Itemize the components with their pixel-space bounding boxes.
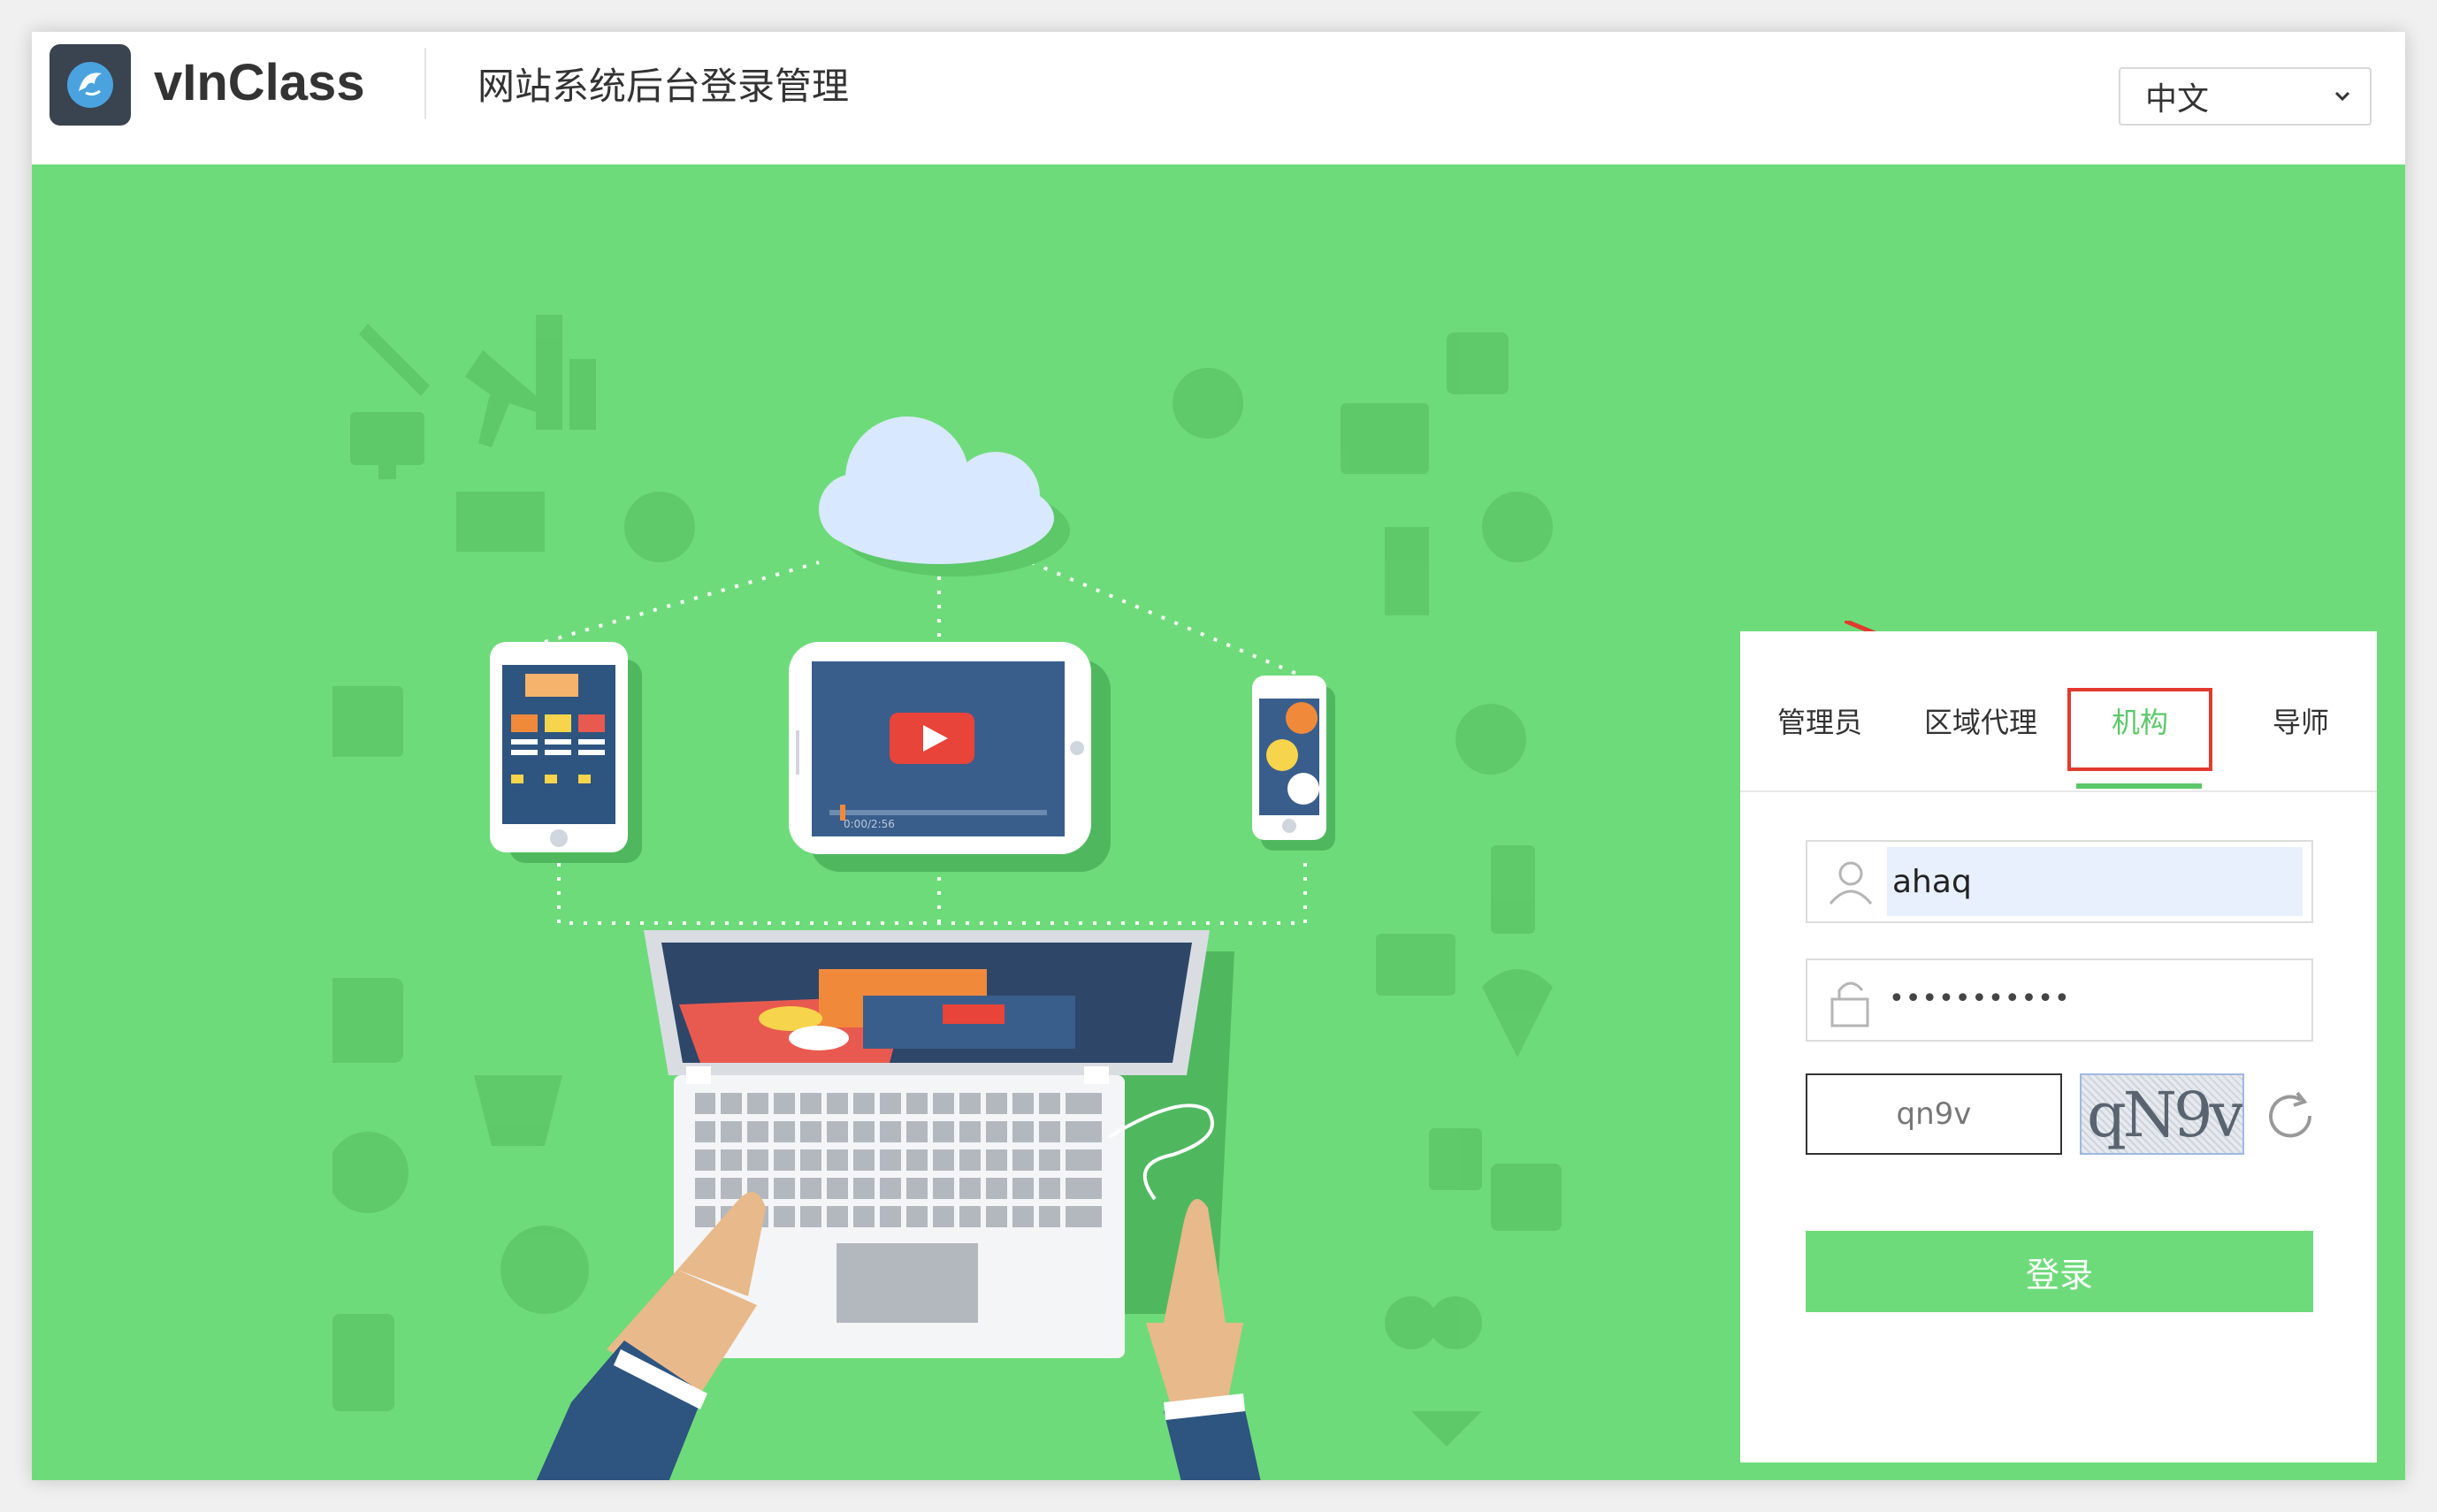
password-field[interactable]: •••••••••••: [1806, 958, 2313, 1042]
cloud-icon: [819, 416, 1070, 577]
cloud-devices-illustration: 0:00/2:56: [490, 416, 1335, 1480]
chevron-down-icon: [2334, 91, 2350, 102]
page-title: 网站系统后台登录管理: [477, 65, 850, 108]
language-select-value: 中文: [2145, 81, 2210, 118]
dolphin-icon: [67, 62, 113, 108]
browser-window: vInClass 网站系统后台登录管理 中文 0:00/2:56 管理员 区域代…: [32, 32, 2405, 1480]
brand-name: vInClass: [154, 54, 365, 111]
active-tab-indicator: [2076, 783, 2202, 789]
username-value: ahaq: [1887, 847, 2303, 916]
app-logo: [50, 44, 131, 126]
hero-illustration-area: 0:00/2:56 管理员 区域代理 机构 导师 ahaq ••••••••••…: [32, 164, 2405, 1480]
login-button[interactable]: 登录: [1806, 1231, 2313, 1312]
tab-regional-agent[interactable]: 区域代理: [1924, 700, 2037, 741]
tab-highlight-box: [2067, 688, 2212, 771]
header-divider: [424, 48, 426, 118]
username-field[interactable]: ahaq: [1806, 840, 2313, 923]
language-select[interactable]: 中文: [2119, 67, 2372, 126]
tab-tutor[interactable]: 导师: [2273, 700, 2329, 741]
captcha-image[interactable]: qN9v: [2080, 1073, 2244, 1155]
role-tabs: 管理员 区域代理 机构 导师: [1740, 631, 2377, 792]
user-icon: [1829, 861, 1873, 905]
laptop-icon: [644, 930, 1234, 1358]
video-time-label: 0:00/2:56: [844, 818, 895, 830]
lock-icon: [1830, 981, 1869, 1027]
refresh-icon[interactable]: [2265, 1089, 2319, 1142]
password-value: •••••••••••: [1889, 983, 2071, 1014]
captcha-text: qN9v: [2087, 1079, 2242, 1151]
tab-admin[interactable]: 管理员: [1777, 700, 1862, 741]
video-tablet-icon: 0:00/2:56: [789, 642, 1111, 872]
login-panel: 管理员 区域代理 机构 导师 ahaq ••••••••••• qn9v qN9…: [1740, 631, 2377, 1462]
captcha-input[interactable]: qn9v: [1806, 1073, 2062, 1155]
chat-phone-icon: [1252, 676, 1335, 851]
top-header: vInClass 网站系统后台登录管理 中文: [32, 32, 2405, 164]
tablet-device-icon: [490, 642, 642, 863]
